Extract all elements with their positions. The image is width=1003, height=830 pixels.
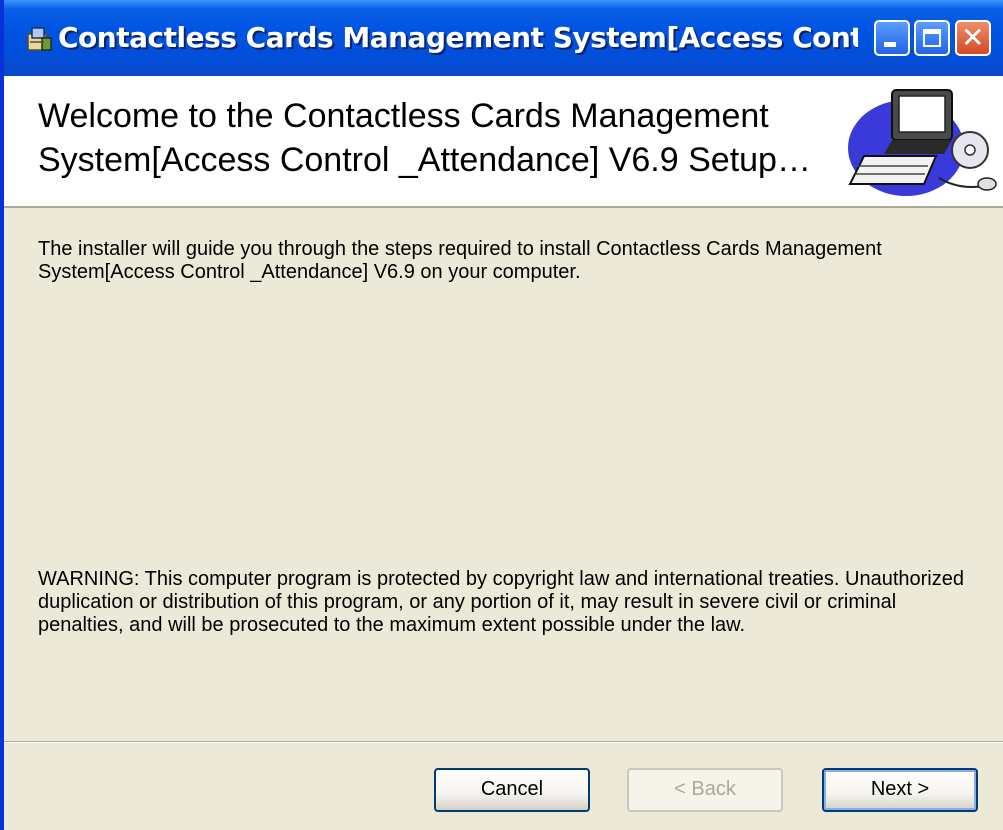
maximize-icon xyxy=(923,29,941,47)
wizard-title: Welcome to the Contactless Cards Managem… xyxy=(38,97,811,179)
cancel-button[interactable]: Cancel xyxy=(434,768,590,812)
intro-text: The installer will guide you through the… xyxy=(38,238,882,283)
title-bar[interactable]: Contactless Cards Management System[Acce… xyxy=(4,0,1003,76)
back-button[interactable]: < Back xyxy=(627,768,783,812)
wizard-header: Welcome to the Contactless Cards Managem… xyxy=(4,76,1003,208)
installer-icon xyxy=(27,27,52,51)
minimize-icon xyxy=(884,42,896,47)
close-icon: ✕ xyxy=(961,21,985,54)
setup-wizard-window: Contactless Cards Management System[Acce… xyxy=(0,0,1003,830)
next-button[interactable]: Next > xyxy=(822,768,978,812)
minimize-button[interactable] xyxy=(874,20,910,56)
window-title: Contactless Cards Management System[Acce… xyxy=(58,21,858,54)
button-divider xyxy=(4,741,1003,743)
copyright-warning: WARNING: This computer program is protec… xyxy=(38,568,964,636)
computer-setup-icon xyxy=(848,89,997,196)
close-button[interactable]: ✕ xyxy=(955,20,991,56)
maximize-button[interactable] xyxy=(914,20,950,56)
